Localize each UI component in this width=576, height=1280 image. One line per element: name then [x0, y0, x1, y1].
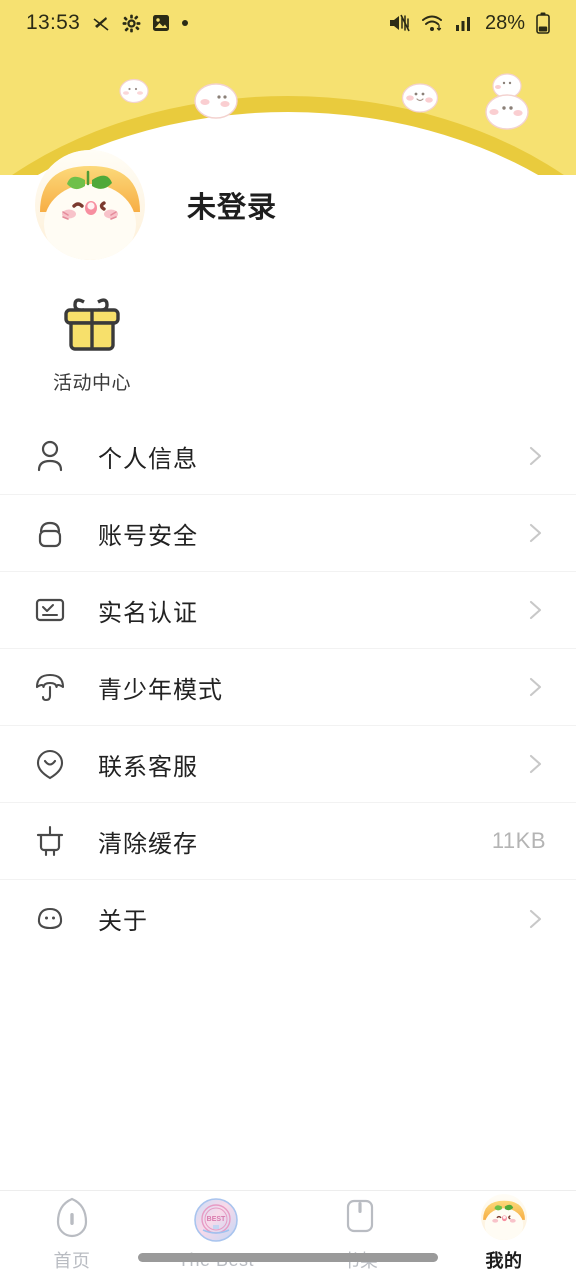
menu-row-about[interactable]: 关于 [0, 880, 576, 957]
lock-icon [30, 513, 70, 553]
mute-icon [93, 17, 109, 31]
menu-label: 清除缓存 [98, 830, 198, 858]
status-bar: 13:53 28% [0, 0, 576, 46]
gear-icon [122, 14, 141, 32]
status-time: 13:53 [26, 11, 81, 34]
menu-label: 关于 [98, 908, 148, 935]
activity-center-entry[interactable]: 活动中心 [0, 296, 576, 395]
activity-center-label: 活动中心 [53, 373, 132, 394]
person-icon [30, 436, 70, 476]
tab-home[interactable]: 首页 [0, 1191, 144, 1280]
mochi-small-right-icon [401, 83, 439, 113]
best-badge-icon: BEST [193, 1197, 239, 1243]
chevron-right-icon [529, 446, 542, 466]
menu-row-account-security[interactable]: 账号安全 [0, 495, 576, 572]
menu-label: 青少年模式 [98, 676, 223, 704]
chevron-right-icon [529, 754, 542, 774]
chevron-right-icon [529, 677, 542, 697]
chevron-right-icon [529, 909, 542, 928]
home-icon [52, 1194, 92, 1240]
nickname[interactable]: 未登录 [187, 184, 277, 226]
profile-section[interactable]: 未登录 [0, 150, 576, 260]
gift-icon [64, 298, 120, 351]
image-icon [153, 15, 170, 31]
menu-row-real-name-auth[interactable]: 实名认证 [0, 572, 576, 649]
signal-icon [455, 17, 470, 31]
tab-label: 我的 [485, 1251, 523, 1271]
tab-bookshelf[interactable]: 书架 [288, 1191, 432, 1280]
avatar[interactable] [35, 150, 145, 260]
menu-row-personal-info[interactable]: 个人信息 [0, 418, 576, 495]
menu-label: 联系客服 [98, 753, 198, 781]
menu-row-teen-mode[interactable]: 青少年模式 [0, 649, 576, 726]
chevron-right-icon [529, 523, 542, 543]
bottom-tab-bar: 首页 BEST 我的 [0, 1190, 576, 1280]
cache-size-value: 11KB [491, 828, 546, 853]
battery-icon [536, 12, 550, 34]
svg-text:BEST: BEST [207, 1216, 226, 1223]
volume-mute-icon [389, 14, 410, 32]
support-icon [30, 744, 70, 784]
header-banner: 13:53 28% [0, 0, 576, 175]
id-card-icon [30, 590, 70, 630]
status-bar-left: 13:53 [26, 11, 189, 35]
status-bar-right: 28% [388, 12, 550, 35]
menu-row-contact-support[interactable]: 联系客服 [0, 726, 576, 803]
umbrella-icon [30, 667, 70, 707]
wifi-icon [421, 15, 442, 31]
settings-menu: 个人信息 账号安全 实名认证 青少年模式 联系客服 清除缓存 11KB 关于 [0, 418, 576, 957]
mochi-small-icon [119, 78, 149, 104]
menu-label: 账号安全 [98, 522, 198, 550]
mochi-medium-icon [194, 83, 238, 119]
menu-row-clear-cache[interactable]: 清除缓存 11KB [0, 803, 576, 880]
dot-icon [182, 20, 189, 26]
tab-the-best[interactable]: BEST The Best [144, 1191, 288, 1280]
broom-icon [30, 821, 70, 861]
bookshelf-icon [340, 1194, 380, 1240]
menu-label: 实名认证 [98, 599, 198, 627]
chevron-right-icon [529, 600, 542, 620]
tab-label: 首页 [53, 1251, 91, 1271]
mochi-stacked-icon [485, 73, 529, 130]
tab-mine[interactable]: 我的 [432, 1191, 576, 1280]
user-avatar-mascot-icon [35, 150, 145, 260]
battery-percent: 28% [484, 11, 525, 34]
menu-label: 个人信息 [98, 445, 198, 473]
info-face-icon [30, 899, 70, 939]
home-indicator[interactable] [138, 1253, 438, 1262]
app-screen: 13:53 28% 未登录 活动中心 个人信息 账号安全 实名认证 青少年模式 … [0, 0, 576, 1280]
profile-avatar-icon [481, 1194, 527, 1240]
